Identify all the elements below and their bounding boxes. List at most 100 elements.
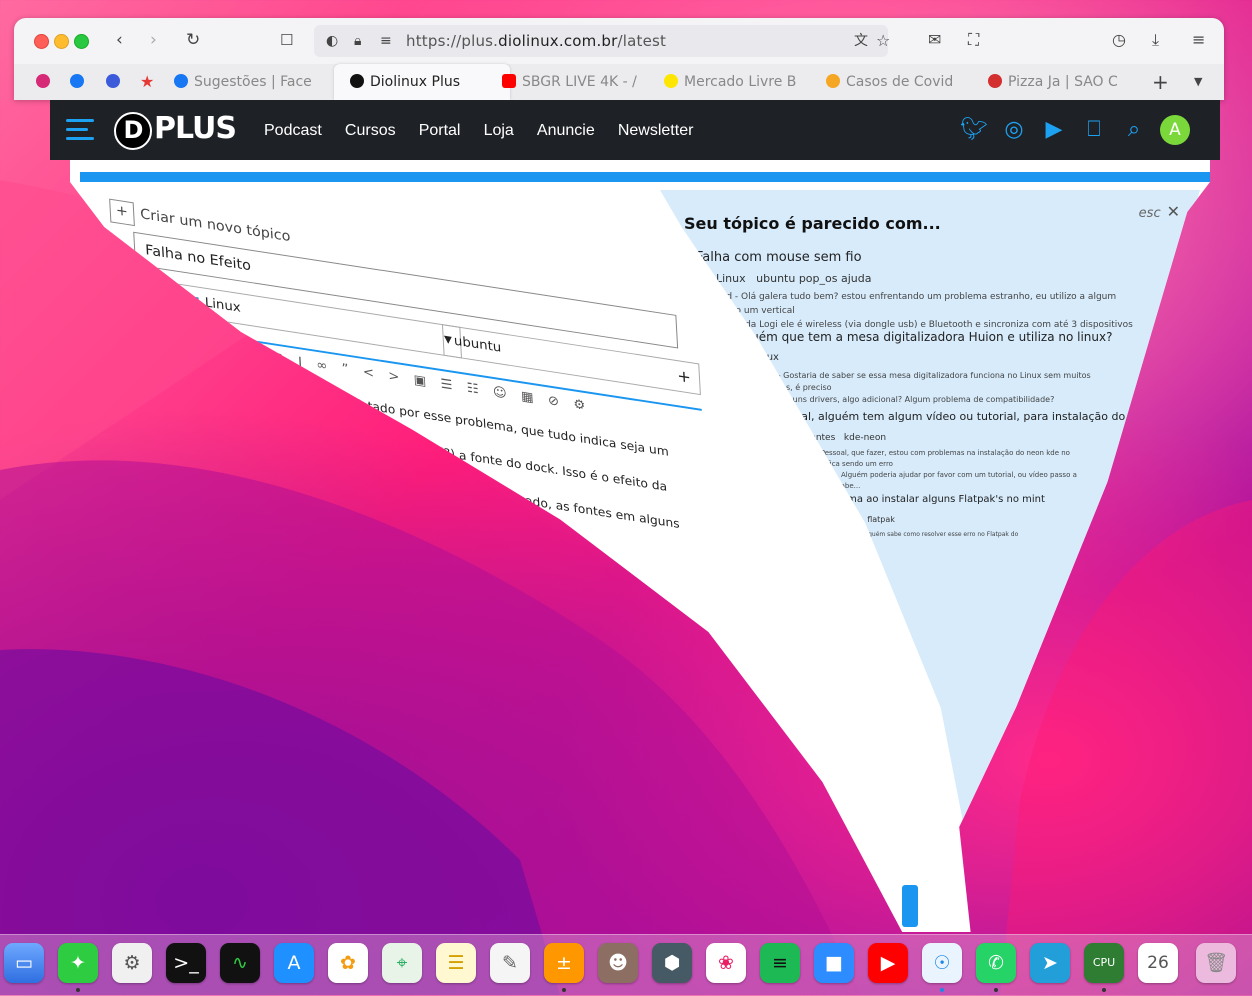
nav-anuncie[interactable]: Anuncie [537, 122, 595, 139]
quote-icon[interactable]: ❝ [253, 348, 275, 366]
topic-category[interactable]: Linux [838, 515, 860, 524]
user-avatar[interactable]: A [1160, 115, 1190, 145]
menu-icon[interactable]: ≡ [1192, 30, 1205, 50]
link-icon[interactable]: ∞ [316, 358, 342, 377]
close-similar-button[interactable]: esc ✕ [1139, 202, 1180, 221]
gear-icon[interactable]: ⚙ [573, 397, 600, 416]
mail-icon[interactable]: ✉ [928, 30, 941, 50]
zoom-icon[interactable]: ■ [814, 943, 854, 983]
safari-browser-icon[interactable]: ☉ [922, 943, 962, 983]
pinned-tab-facebook[interactable] [70, 68, 90, 96]
cpu-monitor-icon[interactable]: CPU [1084, 943, 1124, 983]
tab-pizza-ja[interactable]: Pizza Ja | SAO C [988, 68, 1128, 96]
gimp-icon[interactable]: ☻ [598, 943, 638, 983]
whatsapp-icon[interactable]: ✆ [976, 943, 1016, 983]
back-icon[interactable]: ‹ [116, 30, 123, 50]
pinwheel-app-icon[interactable]: ❀ [706, 943, 746, 983]
calendar-icon[interactable]: 26 [1138, 943, 1178, 983]
permissions-icon[interactable]: ≡ [380, 25, 392, 57]
minimize-window-button[interactable] [54, 34, 69, 49]
tab-mercado-livre[interactable]: Mercado Livre B [664, 68, 804, 96]
puzzle-extensions-icon[interactable]: ✦ [58, 943, 98, 983]
code-icon[interactable]: <> [362, 365, 414, 388]
pinned-tab-extension[interactable] [106, 68, 126, 96]
twitch-icon[interactable]: ⎕ [1080, 116, 1108, 144]
similar-topic-excerpt: set '21 - Pessoal, que fazer, estou com … [790, 448, 1080, 492]
reload-icon[interactable]: ↻ [186, 30, 200, 50]
add-tag-icon[interactable]: + [676, 361, 692, 393]
nav-cursos[interactable]: Cursos [345, 122, 396, 139]
bullet-list-icon[interactable]: ☰ [440, 377, 467, 396]
telegram-icon[interactable]: ➤ [1030, 943, 1070, 983]
fullscreen-icon[interactable]: ⛶ [968, 30, 979, 50]
topic-category[interactable]: Linux [716, 272, 746, 285]
numbered-list-icon[interactable]: ☷ [466, 381, 493, 400]
pinned-tab-instagram[interactable] [36, 68, 56, 96]
nav-loja[interactable]: Loja [484, 122, 514, 139]
hamburger-menu-icon[interactable] [66, 119, 94, 141]
composer-panel-warped: + Criar um novo tópico Falha no Efeito Li… [70, 182, 1210, 932]
similar-topic-title[interactable]: Alguém que tem a mesa digitalizadora Hui… [732, 330, 1112, 344]
maximize-window-button[interactable] [74, 34, 89, 49]
trash-icon[interactable]: 🗑︎ [1196, 943, 1236, 983]
nav-podcast[interactable]: Podcast [264, 122, 322, 139]
topic-category[interactable]: Iniciantes [792, 433, 835, 443]
image-icon[interactable]: ▣ [413, 373, 441, 392]
nav-portal[interactable]: Portal [419, 122, 461, 139]
topic-tags[interactable]: kde-neon [844, 433, 886, 443]
history-icon[interactable]: ◷ [1112, 30, 1126, 50]
tab-sugestoes[interactable]: Sugestões | Face [174, 68, 334, 96]
download-icon[interactable]: ⤓ [1152, 30, 1159, 50]
text-editor-icon[interactable]: ✎ [490, 943, 530, 983]
twitter-icon[interactable]: 🐦︎ [960, 116, 988, 144]
topic-category[interactable]: Linux [752, 352, 779, 363]
shield-icon[interactable]: ◐ [326, 25, 338, 57]
settings-toggle-icon[interactable]: ▭ [4, 943, 44, 983]
nav-newsletter[interactable]: Newsletter [618, 122, 694, 139]
tab-diolinux-plus[interactable]: Diolinux Plus [334, 64, 510, 100]
calendar-icon[interactable]: ▦ [521, 389, 549, 408]
translate-icon[interactable]: 文 [854, 25, 868, 57]
bookmark-icon[interactable]: ☐ [280, 30, 293, 50]
url-text[interactable]: https://plus.diolinux.com.br/latest [406, 25, 666, 57]
lock-icon[interactable]: 🔒︎ [354, 25, 361, 57]
app-store-icon[interactable]: A [274, 943, 314, 983]
address-bar[interactable]: ◐ 🔒︎ ≡ https://plus.diolinux.com.br/late… [314, 25, 890, 57]
emoji-icon[interactable]: ☺ [493, 385, 522, 404]
tab-label: Pizza Ja | SAO C [1008, 74, 1118, 90]
close-window-button[interactable] [34, 34, 49, 49]
search-icon[interactable]: ⌕ [1120, 116, 1148, 144]
running-indicator [994, 988, 998, 992]
similar-topic-title[interactable]: Falha com mouse sem fio [696, 250, 862, 265]
italic-icon[interactable]: I [298, 355, 317, 373]
photos-icon[interactable]: ✿ [328, 943, 368, 983]
pinned-tab-star[interactable]: ★ [140, 68, 160, 96]
tab-casos-covid[interactable]: Casos de Covid [826, 68, 966, 96]
youtube-downloader-icon[interactable]: ▶ [868, 943, 908, 983]
terminal-icon[interactable]: >_ [166, 943, 206, 983]
tab-sbgr-live[interactable]: SBGR LIVE 4K - / [502, 68, 642, 96]
forward-icon[interactable]: › [150, 30, 157, 50]
calculator-icon[interactable]: ± [544, 943, 584, 983]
virtualbox-icon[interactable]: ⬢ [652, 943, 692, 983]
spotify-icon[interactable]: ≡ [760, 943, 800, 983]
bold-icon[interactable]: B [274, 351, 298, 369]
maps-icon[interactable]: ⌖ [382, 943, 422, 983]
blockquote-icon[interactable]: ” [341, 362, 363, 380]
tab-list-button[interactable]: ▼ [1194, 68, 1214, 96]
system-settings-icon[interactable]: ⚙ [112, 943, 152, 983]
youtube-icon[interactable]: ▶ [1040, 116, 1068, 144]
diolinux-icon [350, 74, 364, 88]
activity-monitor-icon[interactable]: ∿ [220, 943, 260, 983]
similar-topic-title[interactable]: Pessoal, alguém tem algum vídeo ou tutor… [770, 410, 1184, 423]
notes-icon[interactable]: ☰ [436, 943, 476, 983]
hide-icon[interactable]: ⊘ [548, 393, 574, 412]
topic-tags[interactable]: ubuntu pop_os ajuda [756, 272, 871, 285]
star-icon[interactable]: ☆ [876, 25, 890, 57]
close-icon[interactable]: ✕ [1167, 202, 1180, 221]
topic-tags[interactable]: flatpak [867, 515, 895, 524]
new-tab-button[interactable]: + [1152, 68, 1172, 96]
diolinux-plus-logo[interactable]: D PLUS [114, 111, 237, 150]
instagram-icon[interactable]: ◎ [1000, 116, 1028, 144]
similar-topic-title[interactable]: Problema ao instalar alguns Flatpak's no… [816, 494, 1045, 505]
